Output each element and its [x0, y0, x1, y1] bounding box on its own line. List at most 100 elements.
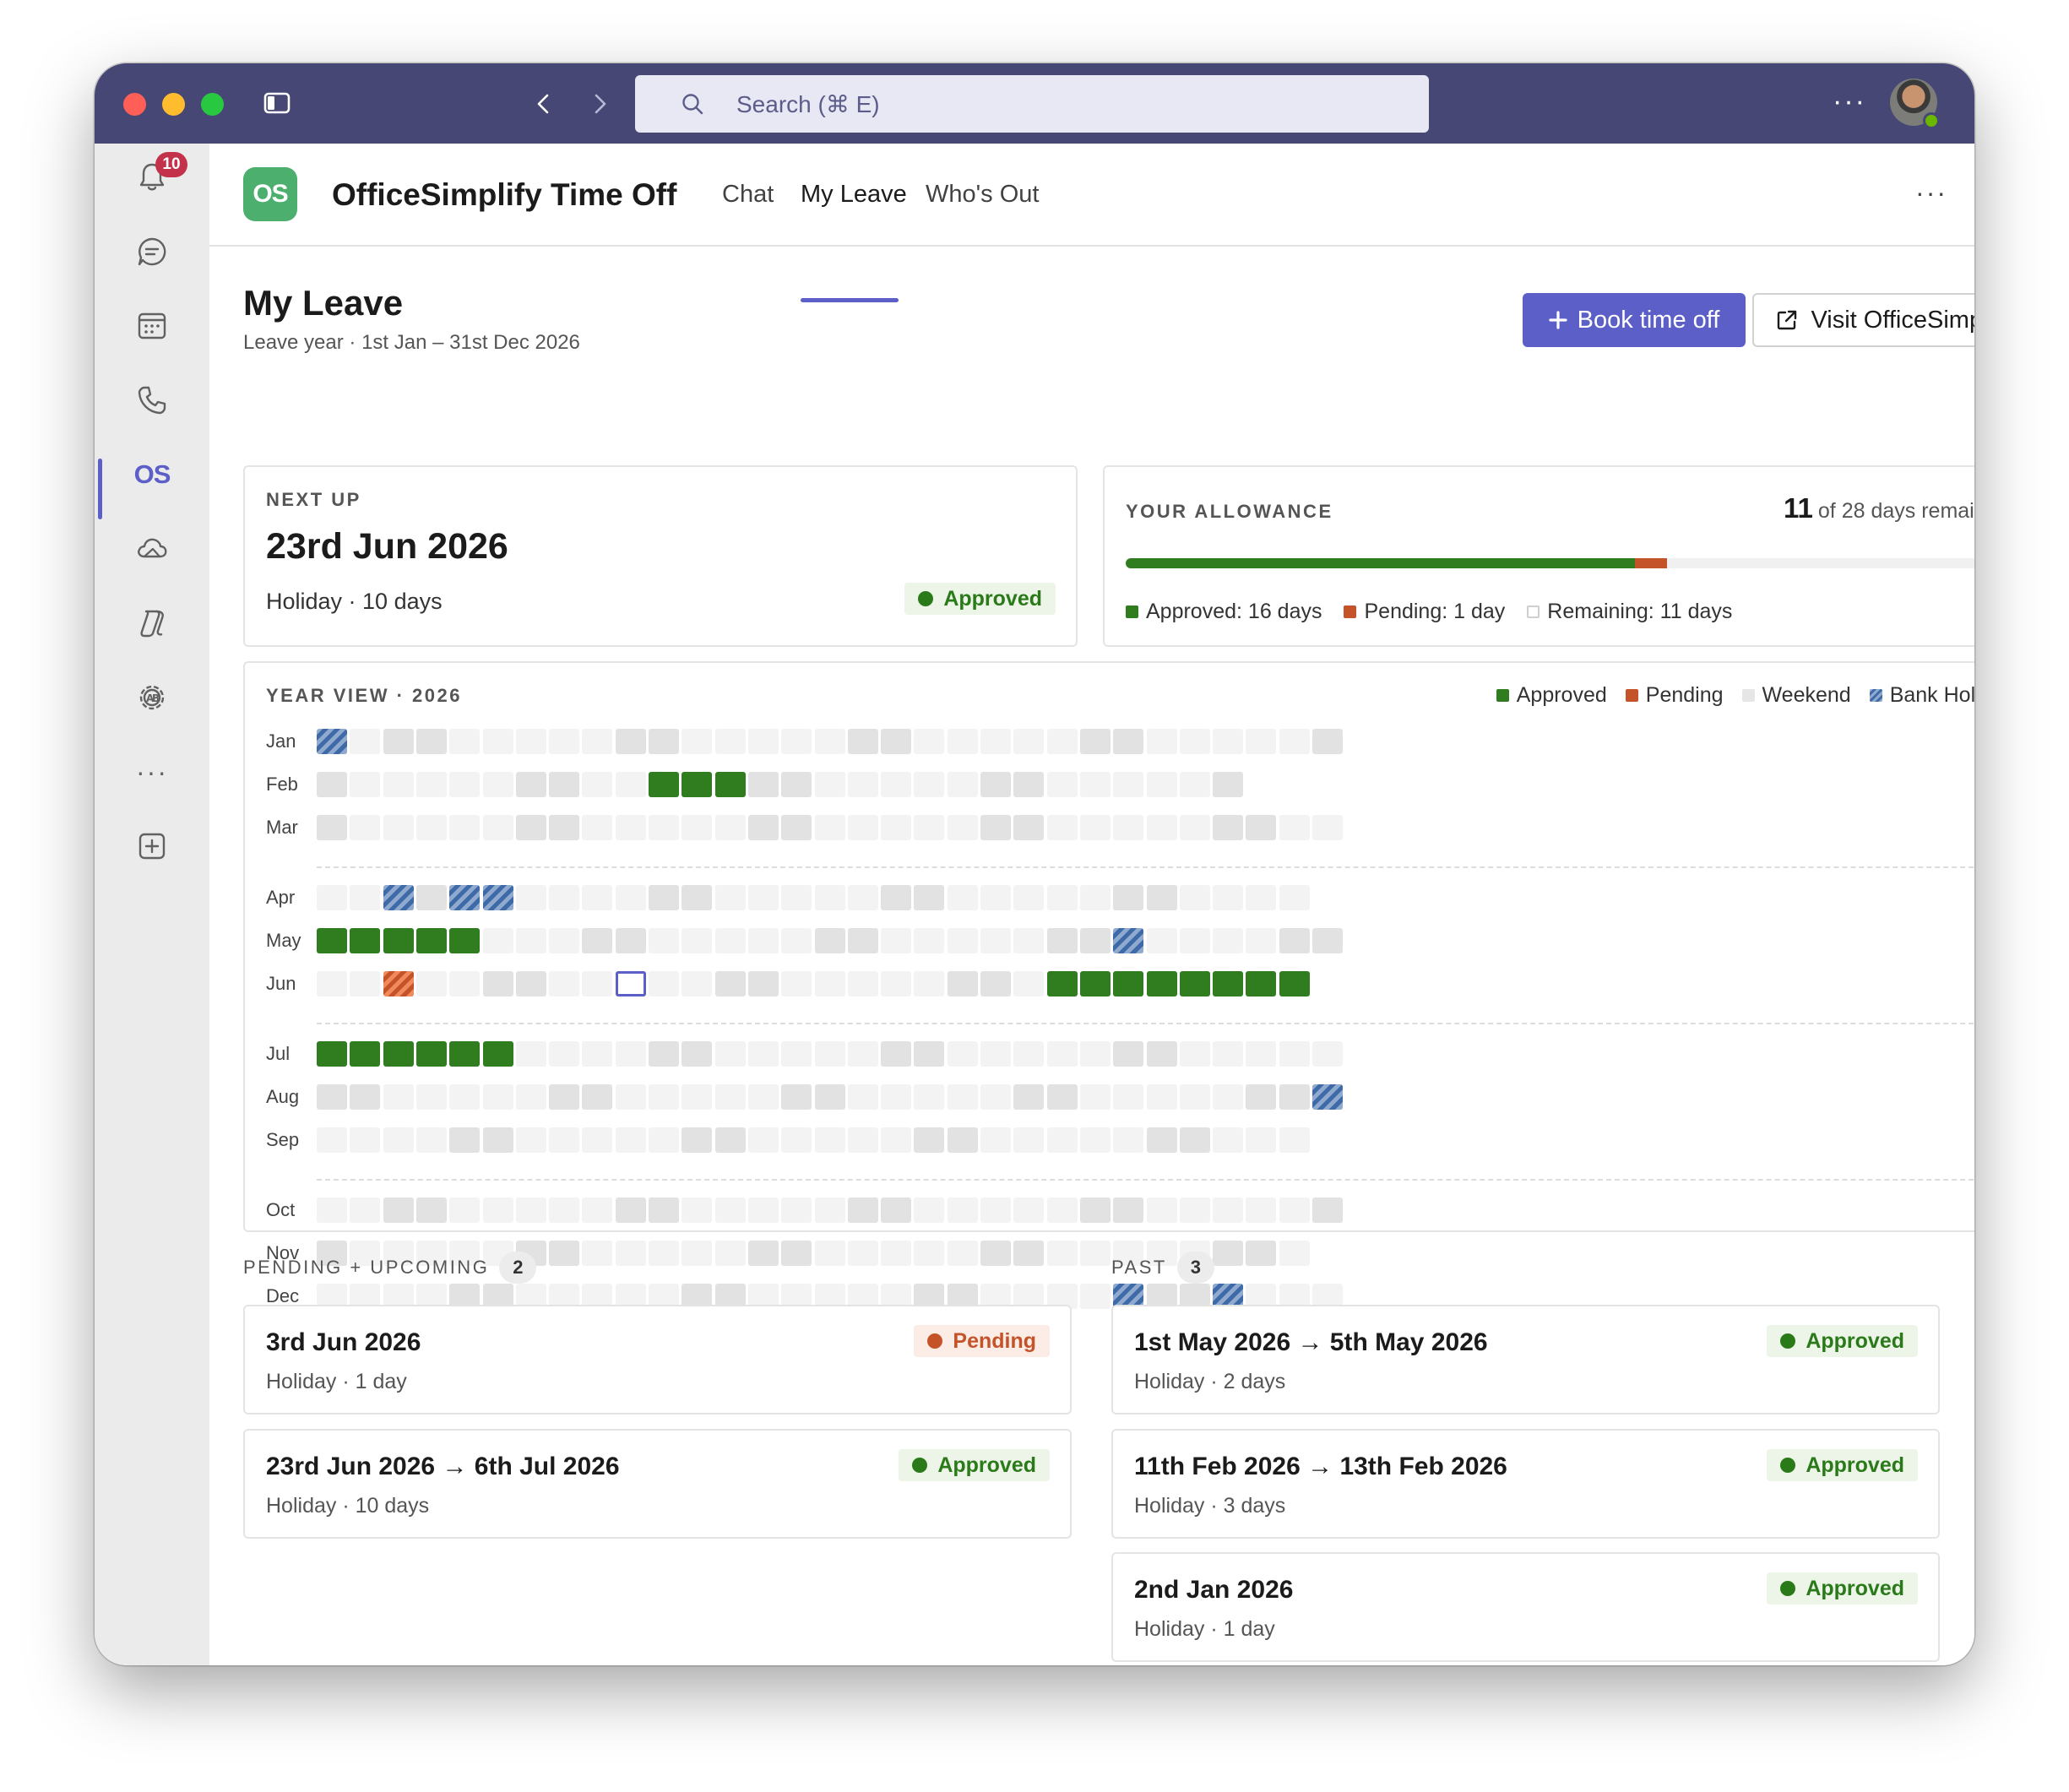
day-cell[interactable] — [582, 885, 613, 910]
day-cell[interactable] — [615, 1241, 646, 1266]
day-cell[interactable] — [1079, 815, 1111, 840]
day-cell[interactable] — [1113, 815, 1144, 840]
weekend-day-cell[interactable] — [1213, 1241, 1244, 1266]
day-cell[interactable] — [847, 1241, 878, 1266]
day-cell[interactable] — [847, 1041, 878, 1067]
day-cell[interactable] — [1146, 729, 1177, 754]
day-cell[interactable] — [649, 971, 679, 996]
weekend-day-cell[interactable] — [881, 885, 912, 910]
approved-day-cell[interactable] — [1279, 971, 1310, 996]
day-cell[interactable] — [1046, 1241, 1078, 1266]
day-cell[interactable] — [383, 1084, 414, 1110]
weekend-day-cell[interactable] — [1146, 1127, 1177, 1153]
copilot-rail-button[interactable] — [125, 596, 179, 650]
day-cell[interactable] — [814, 971, 845, 996]
day-cell[interactable] — [350, 815, 381, 840]
day-cell[interactable] — [1279, 1041, 1310, 1067]
day-cell[interactable] — [781, 971, 812, 996]
day-cell[interactable] — [582, 815, 613, 840]
weekend-day-cell[interactable] — [682, 1041, 713, 1067]
day-cell[interactable] — [1279, 1241, 1310, 1266]
approved-day-cell[interactable] — [1213, 971, 1244, 996]
day-cell[interactable] — [1279, 1127, 1310, 1153]
day-cell[interactable] — [781, 885, 812, 910]
weekend-day-cell[interactable] — [1246, 1084, 1277, 1110]
weekend-day-cell[interactable] — [881, 729, 912, 754]
weekend-day-cell[interactable] — [1079, 729, 1111, 754]
day-cell[interactable] — [914, 928, 945, 953]
day-cell[interactable] — [947, 1084, 978, 1110]
day-cell[interactable] — [615, 815, 646, 840]
day-cell[interactable] — [615, 885, 646, 910]
approved-day-cell[interactable] — [1046, 971, 1078, 996]
day-cell[interactable] — [1013, 928, 1045, 953]
day-cell[interactable] — [847, 1127, 878, 1153]
day-cell[interactable] — [1046, 815, 1078, 840]
day-cell[interactable] — [881, 1241, 912, 1266]
weekend-day-cell[interactable] — [1113, 1041, 1144, 1067]
leave-request-card[interactable]: 2nd Jan 2026 Holiday · 1 day Approved — [1111, 1552, 1940, 1662]
day-cell[interactable] — [449, 971, 481, 996]
day-cell[interactable] — [1146, 928, 1177, 953]
weekend-day-cell[interactable] — [980, 1241, 1011, 1266]
weekend-day-cell[interactable] — [781, 772, 812, 797]
day-cell[interactable] — [881, 928, 912, 953]
approved-day-cell[interactable] — [449, 1041, 481, 1067]
weekend-day-cell[interactable] — [1113, 885, 1144, 910]
day-cell[interactable] — [1079, 1084, 1111, 1110]
approved-day-cell[interactable] — [350, 1041, 381, 1067]
apps-settings-rail-button[interactable]: A B — [125, 671, 179, 725]
day-cell[interactable] — [947, 729, 978, 754]
day-cell[interactable] — [1246, 1197, 1277, 1223]
add-app-button[interactable] — [125, 819, 179, 873]
weekend-day-cell[interactable] — [814, 1084, 845, 1110]
day-cell[interactable] — [350, 729, 381, 754]
weekend-day-cell[interactable] — [682, 1127, 713, 1153]
weekend-day-cell[interactable] — [317, 815, 347, 840]
day-cell[interactable] — [1179, 729, 1210, 754]
day-cell[interactable] — [383, 772, 414, 797]
day-cell[interactable] — [415, 1127, 447, 1153]
weekend-day-cell[interactable] — [814, 928, 845, 953]
day-cell[interactable] — [449, 1084, 481, 1110]
approved-day-cell[interactable] — [317, 1041, 347, 1067]
approved-day-cell[interactable] — [383, 928, 414, 953]
leave-request-card[interactable]: 11th Feb 2026 → 13th Feb 2026 Holiday · … — [1111, 1429, 1940, 1539]
weekend-day-cell[interactable] — [1113, 729, 1144, 754]
day-cell[interactable] — [515, 885, 546, 910]
day-cell[interactable] — [682, 729, 713, 754]
day-cell[interactable] — [1213, 1127, 1244, 1153]
day-cell[interactable] — [1279, 729, 1310, 754]
day-cell[interactable] — [649, 928, 679, 953]
weekend-day-cell[interactable] — [1213, 772, 1244, 797]
day-cell[interactable] — [1246, 928, 1277, 953]
visit-officesimplify-button[interactable]: Visit OfficeSimplify — [1752, 293, 1974, 347]
day-cell[interactable] — [615, 1084, 646, 1110]
search-bar[interactable]: Search (⌘ E) — [635, 75, 1429, 133]
day-cell[interactable] — [947, 928, 978, 953]
day-cell[interactable] — [682, 1197, 713, 1223]
day-cell[interactable] — [582, 971, 613, 996]
weekend-day-cell[interactable] — [947, 1127, 978, 1153]
day-cell[interactable] — [1312, 1041, 1343, 1067]
weekend-day-cell[interactable] — [549, 1084, 580, 1110]
day-cell[interactable] — [1312, 815, 1343, 840]
day-cell[interactable] — [781, 729, 812, 754]
weekend-day-cell[interactable] — [415, 885, 447, 910]
day-cell[interactable] — [615, 1127, 646, 1153]
day-cell[interactable] — [747, 1084, 779, 1110]
bank-holiday-cell[interactable] — [1113, 928, 1144, 953]
day-cell[interactable] — [847, 971, 878, 996]
forward-arrow-icon[interactable] — [584, 89, 615, 119]
approved-day-cell[interactable] — [1146, 971, 1177, 996]
day-cell[interactable] — [947, 885, 978, 910]
day-cell[interactable] — [1279, 815, 1310, 840]
weekend-day-cell[interactable] — [1046, 1084, 1078, 1110]
weekend-day-cell[interactable] — [1013, 1084, 1045, 1110]
day-cell[interactable] — [814, 815, 845, 840]
day-cell[interactable] — [1079, 1041, 1111, 1067]
day-cell[interactable] — [1079, 1127, 1111, 1153]
day-cell[interactable] — [515, 1084, 546, 1110]
day-cell[interactable] — [980, 928, 1011, 953]
day-cell[interactable] — [947, 1041, 978, 1067]
